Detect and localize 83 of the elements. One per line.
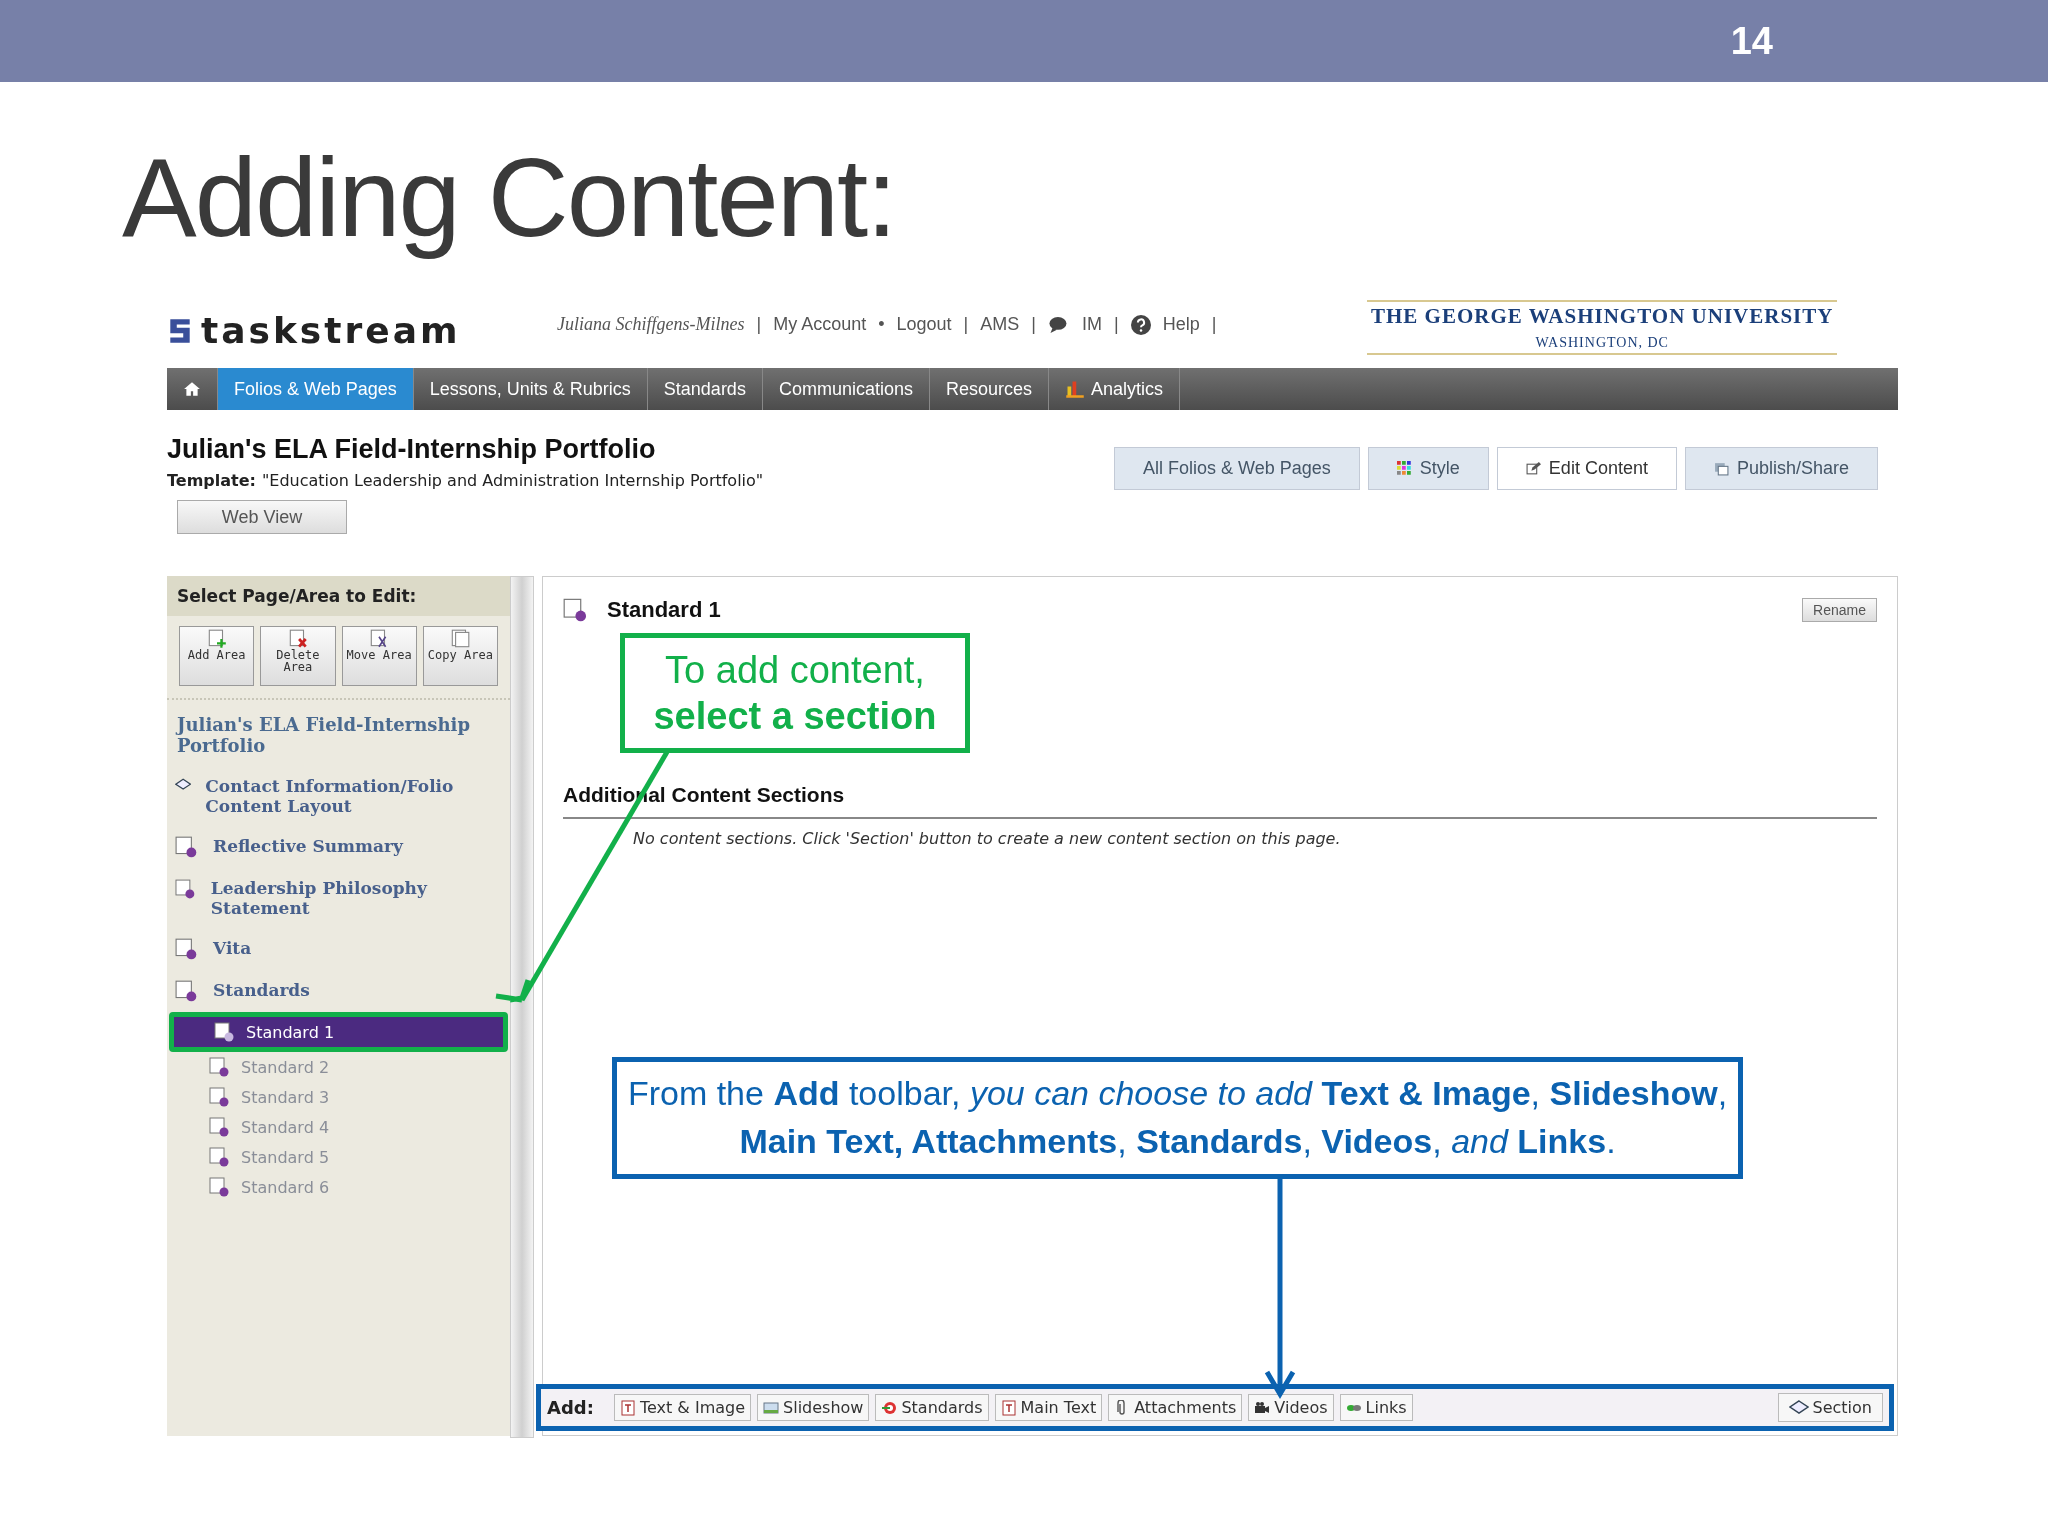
section-button[interactable]: Section	[1777, 1393, 1883, 1422]
nav-tab[interactable]: Standards	[647, 368, 763, 410]
header-link[interactable]: Help	[1162, 314, 1200, 335]
area-tool-button[interactable]: Delete Area	[260, 626, 336, 686]
add-button[interactable]: Main Text	[994, 1394, 1103, 1421]
template-name: "Education Leadership and Administration Internship Portfolio"	[261, 471, 764, 490]
share-icon	[1713, 461, 1729, 476]
area-tool-button[interactable]: Copy Area	[422, 626, 498, 686]
target-icon	[881, 1399, 898, 1416]
tree-item[interactable]: Leadership Philosophy Statement	[210, 878, 502, 918]
nav-tab[interactable]: Folios & Web Pages	[218, 368, 414, 410]
sidebar-heading: Select Page/Area to Edit:	[167, 576, 510, 616]
separator: |	[963, 314, 969, 335]
page-icon	[1000, 1399, 1017, 1416]
page-icon	[175, 878, 197, 900]
logo-text: taskstream	[201, 310, 461, 351]
header-link[interactable]: IM	[1081, 314, 1102, 335]
add-button[interactable]: Videos	[1248, 1394, 1334, 1421]
logo-icon	[167, 316, 193, 345]
page-icon	[449, 629, 472, 649]
area-tool-button[interactable]: Add Area	[179, 626, 255, 686]
nav-tab[interactable]: Analytics	[1049, 368, 1181, 410]
nav-tab[interactable]: Lessons, Units & Rubrics	[413, 368, 648, 410]
page-icon	[209, 1087, 231, 1107]
tree-root[interactable]: Julian's ELA Field-Internship Portfolio	[167, 700, 510, 766]
add-button[interactable]: Slideshow	[757, 1394, 870, 1421]
add-button[interactable]: Text & Image	[613, 1394, 752, 1421]
tree-item[interactable]: Standards	[213, 980, 310, 1000]
separator: •	[878, 314, 885, 335]
scrollbar[interactable]	[510, 576, 534, 1438]
tree-item[interactable]: Contact Information/Folio Content Layout	[205, 776, 502, 816]
tab[interactable]: All Folios & Web Pages	[1114, 447, 1360, 490]
slide-number: 14	[1730, 19, 1773, 63]
tree-item[interactable]: Reflective Summary	[213, 836, 403, 856]
separator: |	[1113, 314, 1119, 335]
home-icon	[183, 381, 201, 397]
edit-icon	[1525, 461, 1541, 476]
page-icon	[209, 1057, 231, 1077]
add-button[interactable]: Standards	[875, 1394, 989, 1421]
university-name: THE GEORGE WASHINGTON UNIVERSITY	[1371, 304, 1834, 329]
page-icon	[209, 1147, 231, 1167]
portfolio-title: Julian's ELA Field-Internship Portfolio	[167, 434, 657, 465]
camera-icon	[1254, 1399, 1271, 1416]
separator: |	[1031, 314, 1036, 335]
help-icon	[1130, 314, 1151, 335]
area-tool-button[interactable]: Move Area	[341, 626, 417, 686]
university-location: WASHINGTON, DC	[1535, 335, 1669, 351]
nav-tab[interactable]: Resources	[929, 368, 1049, 410]
header-link[interactable]: My Account	[773, 314, 867, 335]
tab[interactable]: Style	[1367, 447, 1489, 490]
page-heading: Standard 1	[607, 597, 721, 623]
callout: From the Add toolbar, you can choose to add Text & Image, Slideshow, Main Text, Attachments, Standards, Videos, and Links.	[612, 1057, 1743, 1179]
web-view-button[interactable]: Web View	[177, 500, 347, 534]
image-icon	[763, 1399, 780, 1416]
toolbar-label: Add:	[547, 1397, 594, 1418]
color-grid-icon	[1396, 461, 1412, 476]
diamond-icon	[1788, 1399, 1809, 1416]
callout: To add content, select a section	[620, 633, 970, 753]
page-icon	[214, 1022, 236, 1042]
page-icon	[563, 598, 589, 622]
tab[interactable]: Edit Content	[1496, 447, 1677, 490]
nav-tab[interactable]: Communications	[762, 368, 930, 410]
separator: |	[1211, 314, 1217, 335]
tree-item[interactable]: Vita	[213, 938, 252, 958]
add-button[interactable]: Attachments	[1108, 1394, 1243, 1421]
add-button[interactable]: Links	[1339, 1394, 1413, 1421]
page-icon	[175, 980, 199, 1002]
tab[interactable]: Publish/Share	[1684, 447, 1878, 490]
page-icon	[175, 836, 199, 858]
page-icon	[209, 1117, 231, 1137]
tree-item[interactable]: Standard 1	[174, 1017, 503, 1047]
header-link[interactable]: AMS	[980, 314, 1020, 335]
template-label: Template:	[167, 471, 256, 490]
rename-button[interactable]: Rename	[1802, 598, 1877, 622]
page-icon	[175, 938, 199, 960]
separator: |	[756, 314, 762, 335]
user-name: Juliana Schiffgens-Milnes	[557, 314, 745, 335]
empty-message: No content sections. Click 'Section' button to create a new content section on this page.	[632, 828, 1342, 850]
bar-chart-icon	[1065, 379, 1085, 399]
slide-title: Adding Content:	[122, 142, 897, 262]
page-icon	[619, 1399, 636, 1416]
header-link[interactable]: Logout	[896, 314, 952, 335]
page-icon	[209, 1177, 231, 1197]
